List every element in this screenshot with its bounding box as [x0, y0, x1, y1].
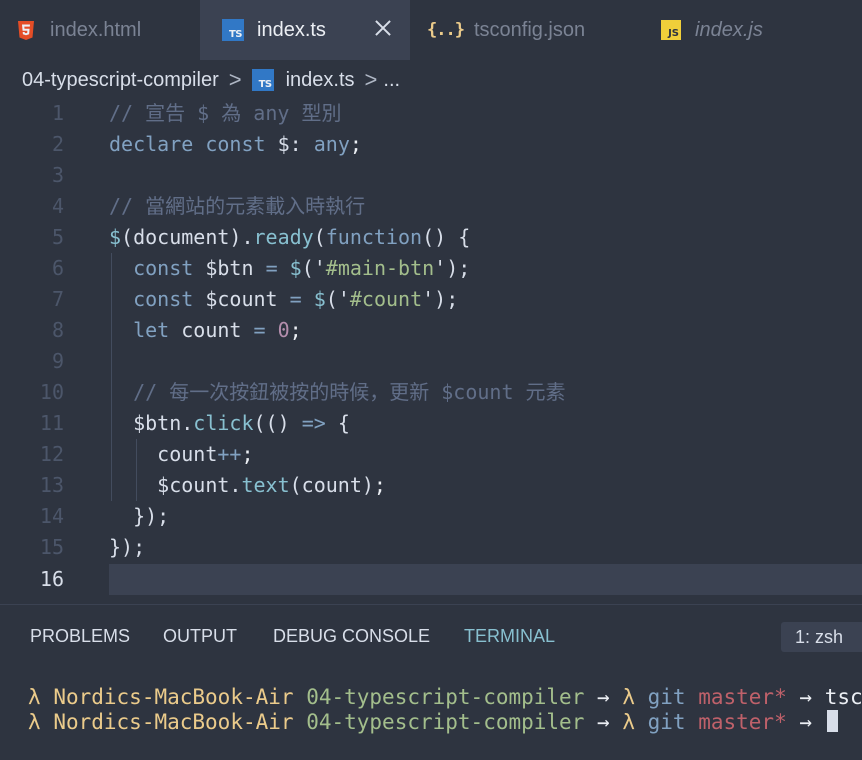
- json-braces-icon: {..}: [427, 20, 465, 40]
- close-tab-icon[interactable]: [372, 17, 394, 39]
- code-line: 11 $btn.click(() => {: [0, 408, 862, 439]
- terminal-cursor: [826, 710, 838, 732]
- panel-tab-bar: PROBLEMS OUTPUT DEBUG CONSOLE TERMINAL: [0, 606, 862, 666]
- line-number: 11: [39, 411, 64, 435]
- breadcrumb-symbols[interactable]: ...: [383, 69, 400, 92]
- tab-tsconfig-json[interactable]: {..} tsconfig.json: [410, 0, 640, 60]
- tab-index-ts[interactable]: TS index.ts: [200, 0, 410, 60]
- editor-tab-bar: index.html TS index.ts {..} tsconfig.jso…: [0, 0, 862, 60]
- tab-label: tsconfig.json: [473, 18, 586, 41]
- line-number: 1: [51, 101, 64, 125]
- code-line: 2 declare const $: any;: [0, 129, 862, 160]
- line-number: 2: [51, 132, 64, 156]
- typescript-icon: TS: [222, 19, 244, 41]
- terminal[interactable]: λ Nordics-MacBook-Air 04-typescript-comp…: [0, 682, 862, 760]
- code-line: 10 // 每一次按鈕被按的時候，更新 $count 元素: [0, 377, 862, 408]
- breadcrumb-file[interactable]: index.ts: [286, 69, 355, 92]
- tab-output[interactable]: OUTPUT: [163, 626, 237, 647]
- terminal-select-dropdown[interactable]: 1: zsh: [781, 622, 862, 652]
- line-number: 16: [39, 567, 64, 591]
- line-number: 13: [39, 473, 64, 497]
- terminal-line: λ Nordics-MacBook-Air 04-typescript-comp…: [28, 709, 838, 735]
- code-line: 15 });: [0, 532, 862, 563]
- code-line: 12 count++;: [0, 439, 862, 470]
- code-line: 3: [0, 160, 862, 191]
- tab-index-html[interactable]: index.html: [0, 0, 200, 60]
- tab-debug-console[interactable]: DEBUG CONSOLE: [273, 626, 430, 647]
- code-line: 13 $count.text(count);: [0, 470, 862, 501]
- line-number: 7: [51, 287, 64, 311]
- code-line: 7 const $count = $('#count');: [0, 284, 862, 315]
- code-line: 9: [0, 346, 862, 377]
- line-number: 5: [51, 225, 64, 249]
- code-line: 6 const $btn = $('#main-btn');: [0, 253, 862, 284]
- code-line: 8 let count = 0;: [0, 315, 862, 346]
- code-line: 5 $(document).ready(function() {: [0, 222, 862, 253]
- breadcrumb-folder[interactable]: 04-typescript-compiler: [22, 69, 219, 92]
- code-line: 1 // 宣告 $ 為 any 型別: [0, 98, 862, 129]
- tab-problems[interactable]: PROBLEMS: [30, 626, 130, 647]
- line-number: 4: [51, 194, 64, 218]
- html5-icon: [18, 20, 34, 40]
- code-line: 14 });: [0, 501, 862, 532]
- line-number: 12: [39, 442, 64, 466]
- breadcrumb: 04-typescript-compiler > TS index.ts > .…: [22, 64, 400, 96]
- panel-divider: [0, 604, 862, 605]
- typescript-icon: TS: [251, 69, 274, 91]
- current-line-highlight: [109, 564, 862, 595]
- code-line: 4 // 當網站的元素載入時執行: [0, 191, 862, 222]
- line-number: 9: [51, 349, 64, 373]
- code-editor[interactable]: 1 // 宣告 $ 為 any 型別 2 declare const $: an…: [0, 98, 862, 602]
- tab-label: index.js: [695, 18, 763, 41]
- terminal-line: λ Nordics-MacBook-Air 04-typescript-comp…: [28, 685, 862, 709]
- tab-label: index.html: [50, 18, 142, 41]
- chevron-right-icon: >: [364, 67, 378, 92]
- code-line-current[interactable]: 16: [0, 564, 862, 595]
- javascript-icon: JS: [661, 20, 681, 40]
- tab-index-js[interactable]: JS index.js: [640, 0, 862, 60]
- line-number: 15: [39, 535, 64, 559]
- tab-label: index.ts: [257, 18, 326, 41]
- line-number: 3: [51, 163, 64, 187]
- tab-terminal[interactable]: TERMINAL: [464, 626, 555, 647]
- line-number: 10: [39, 380, 64, 404]
- chevron-right-icon: >: [228, 67, 242, 92]
- line-number: 14: [39, 504, 64, 528]
- line-number: 8: [51, 318, 64, 342]
- line-number: 6: [51, 256, 64, 280]
